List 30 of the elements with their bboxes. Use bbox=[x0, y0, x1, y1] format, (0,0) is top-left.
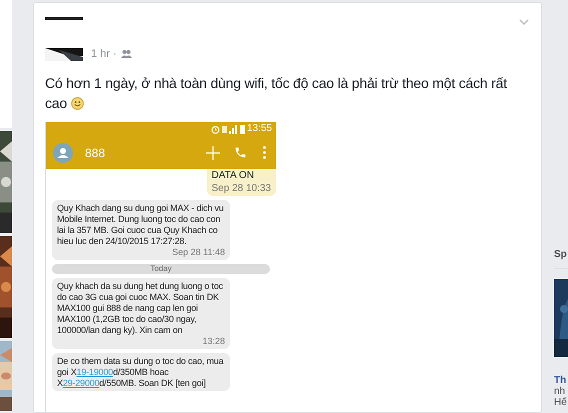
divider-label: Today bbox=[150, 264, 172, 272]
message-time: Sep 28 11:48 bbox=[172, 246, 225, 258]
post-text: Có hơn 1 ngày, ở nhà toàn dùng wifi, tốc độ cao là phải trừ theo một cách rất cao bbox=[45, 74, 508, 112]
phone-icon[interactable] bbox=[234, 146, 247, 159]
message-text: Quy khach da su dung het dung luong o toc do cao 3G cua goi cuoc MAX. Soan tin DK MAX100 gui 888 de nang cap len goi MAX100 (1,2GB toc do cao/30 ngay, 100000/lan dang ky). Xin cam on bbox=[57, 280, 224, 336]
friends-icon bbox=[120, 50, 132, 58]
message-link[interactable]: 19-19000 bbox=[76, 366, 113, 376]
signal-icon bbox=[222, 124, 238, 134]
message-time: Sep 28 10:33 bbox=[212, 182, 271, 194]
battery-icon bbox=[240, 124, 245, 134]
smiley-icon bbox=[70, 96, 84, 110]
ad-title[interactable]: Th bbox=[554, 375, 568, 386]
chevron-icon[interactable] bbox=[519, 19, 529, 26]
message-text: De co them data su dung o toc do cao, mua goi X19-19000d/350MB hoac X29-29000d/550MB. Soan DK [ten goi] bbox=[57, 356, 225, 388]
contact-avatar-icon[interactable] bbox=[53, 142, 73, 162]
ad-text: Hế bbox=[554, 397, 568, 408]
message-link[interactable]: 29-29000 bbox=[62, 378, 100, 388]
ad-text: nh bbox=[554, 386, 566, 397]
message-time: 13:28 bbox=[202, 336, 225, 346]
message-text: DATA ON bbox=[212, 170, 254, 182]
avatar[interactable] bbox=[45, 48, 83, 61]
message-text: Quy Khach dang su dung goi MAX - dich vu Mobile Internet. Dung luong toc do cao con lai la 357 MB. Goi cuoc cua Quy Khach co hieu luc den 24/10/2015 17:27:28. bbox=[57, 202, 225, 246]
plus-icon[interactable] bbox=[206, 146, 220, 160]
post-time[interactable]: 1 hr · bbox=[91, 46, 117, 62]
status-time: 13:55 bbox=[246, 124, 272, 134]
alarm-icon bbox=[210, 124, 220, 134]
contact-name: 888 bbox=[85, 144, 106, 162]
redacted-name bbox=[45, 17, 83, 20]
more-icon[interactable] bbox=[263, 146, 266, 159]
sidebar-heading: Sp bbox=[554, 248, 568, 269]
